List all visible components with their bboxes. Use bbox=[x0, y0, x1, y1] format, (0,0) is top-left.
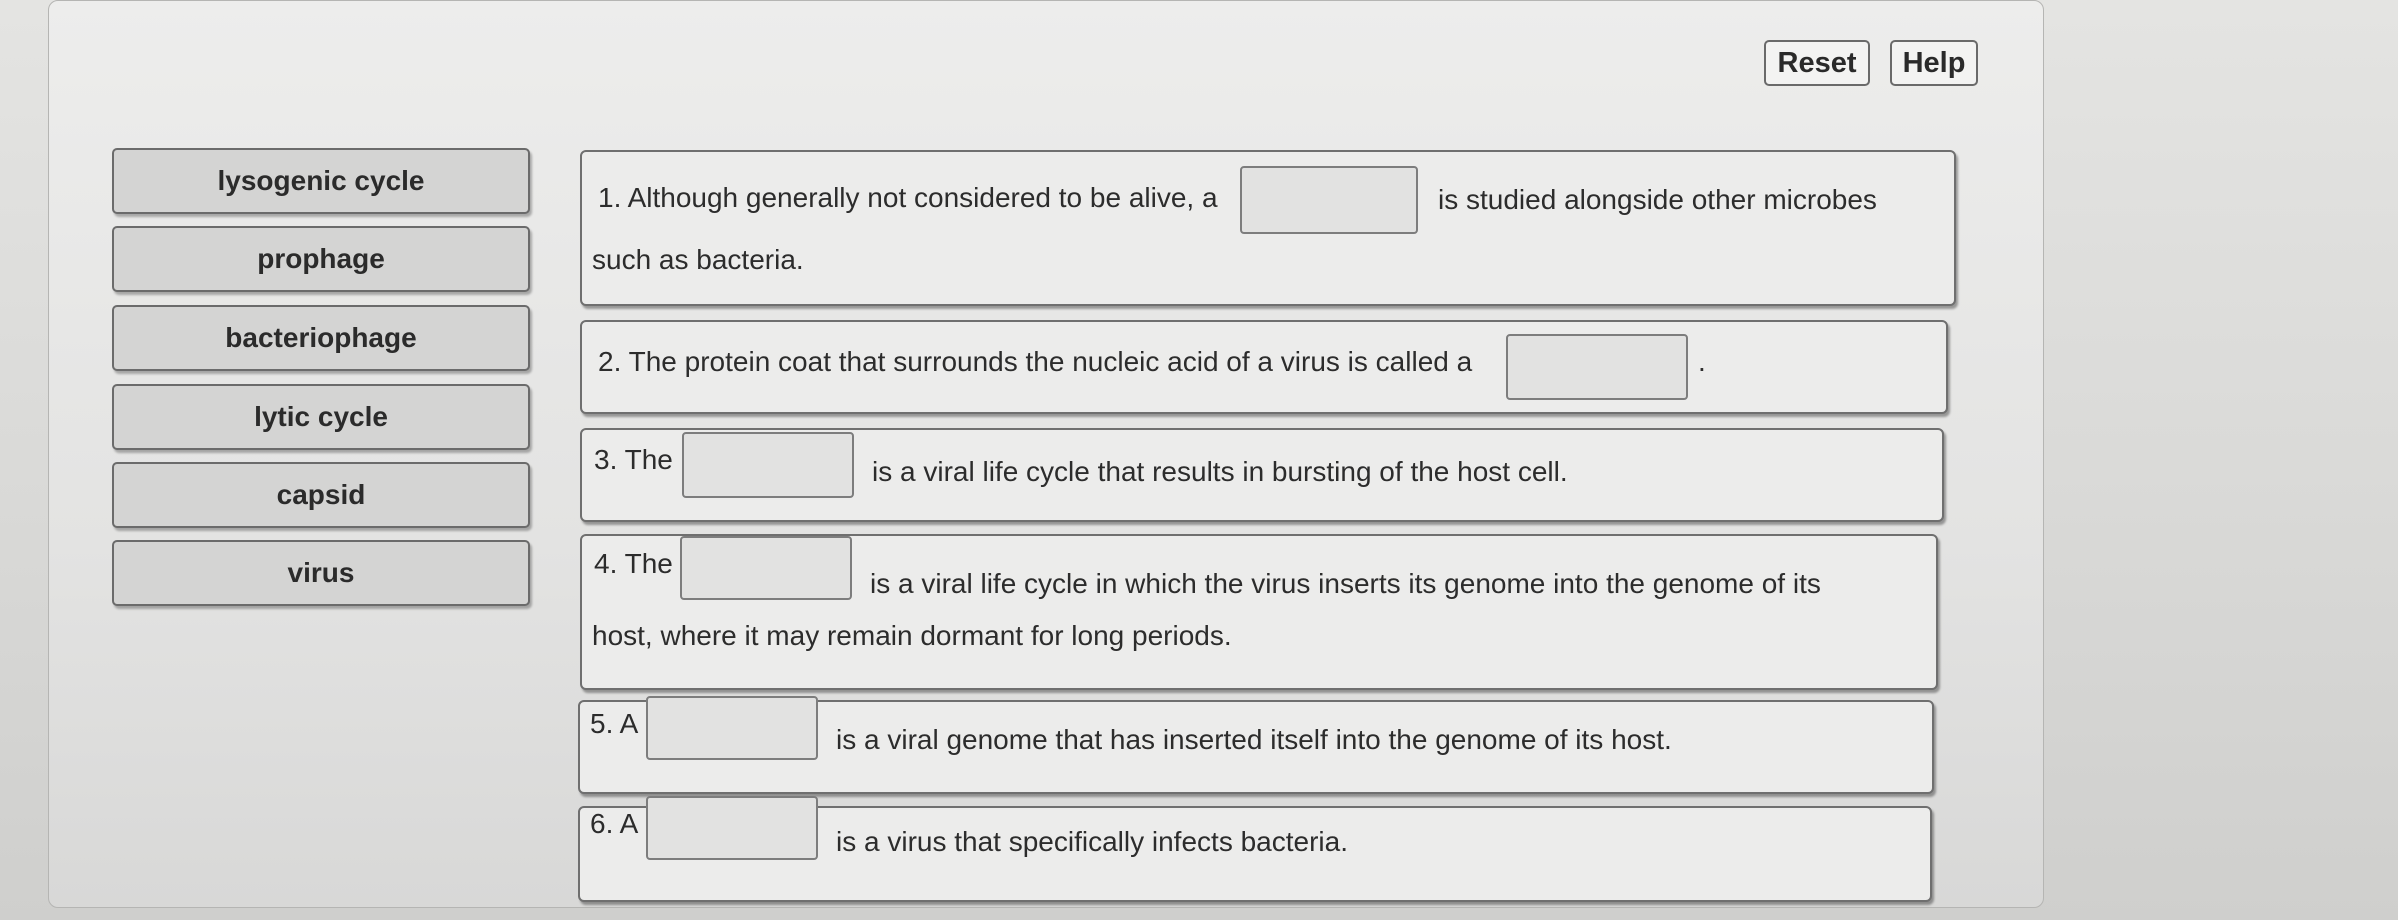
answer-slot-2[interactable] bbox=[1506, 334, 1688, 400]
answer-slot-5[interactable] bbox=[646, 696, 818, 760]
term-virus[interactable]: virus bbox=[112, 540, 530, 606]
answer-slot-3[interactable] bbox=[682, 432, 854, 498]
question-3-text-after: is a viral life cycle that results in bu… bbox=[872, 456, 1568, 487]
answer-slot-1[interactable] bbox=[1240, 166, 1418, 234]
question-4-text-after: is a viral life cycle in which the virus… bbox=[870, 568, 1821, 599]
answer-slot-4[interactable] bbox=[680, 536, 852, 600]
question-1-text-continuation: such as bacteria. bbox=[592, 244, 804, 275]
question-1-text-after: is studied alongside other microbes bbox=[1438, 184, 1877, 215]
question-5: 5. A is a viral genome that has inserted… bbox=[578, 696, 1934, 794]
term-bacteriophage[interactable]: bacteriophage bbox=[112, 305, 530, 371]
question-2-text-after: . bbox=[1698, 346, 1706, 377]
question-1-text-before: 1. Although generally not considered to … bbox=[598, 182, 1218, 213]
question-2-text-before: 2. The protein coat that surrounds the n… bbox=[598, 346, 1473, 377]
question-3: 3. The is a viral life cycle that result… bbox=[580, 428, 1944, 522]
question-4-text-before: 4. The bbox=[594, 548, 673, 579]
question-4: 4. The is a viral life cycle in which th… bbox=[580, 534, 1938, 690]
question-3-text-before: 3. The bbox=[594, 444, 673, 475]
term-prophage[interactable]: prophage bbox=[112, 226, 530, 292]
question-1: 1. Although generally not considered to … bbox=[580, 150, 1956, 306]
help-button[interactable]: Help bbox=[1890, 40, 1978, 86]
question-6-text-after: is a virus that specifically infects bac… bbox=[836, 826, 1348, 857]
answer-slot-6[interactable] bbox=[646, 796, 818, 860]
exercise-page: Reset Help lysogenic cycle prophage bact… bbox=[0, 0, 2398, 920]
question-6: 6. A is a virus that specifically infect… bbox=[578, 796, 1932, 902]
term-capsid[interactable]: capsid bbox=[112, 462, 530, 528]
question-4-text-continuation: host, where it may remain dormant for lo… bbox=[592, 620, 1232, 651]
term-lysogenic-cycle[interactable]: lysogenic cycle bbox=[112, 148, 530, 214]
question-5-text-after: is a viral genome that has inserted itse… bbox=[836, 724, 1672, 755]
question-6-text-before: 6. A bbox=[590, 808, 639, 839]
question-5-text-before: 5. A bbox=[590, 708, 639, 739]
question-2: 2. The protein coat that surrounds the n… bbox=[580, 320, 1948, 414]
reset-button[interactable]: Reset bbox=[1764, 40, 1870, 86]
term-lytic-cycle[interactable]: lytic cycle bbox=[112, 384, 530, 450]
